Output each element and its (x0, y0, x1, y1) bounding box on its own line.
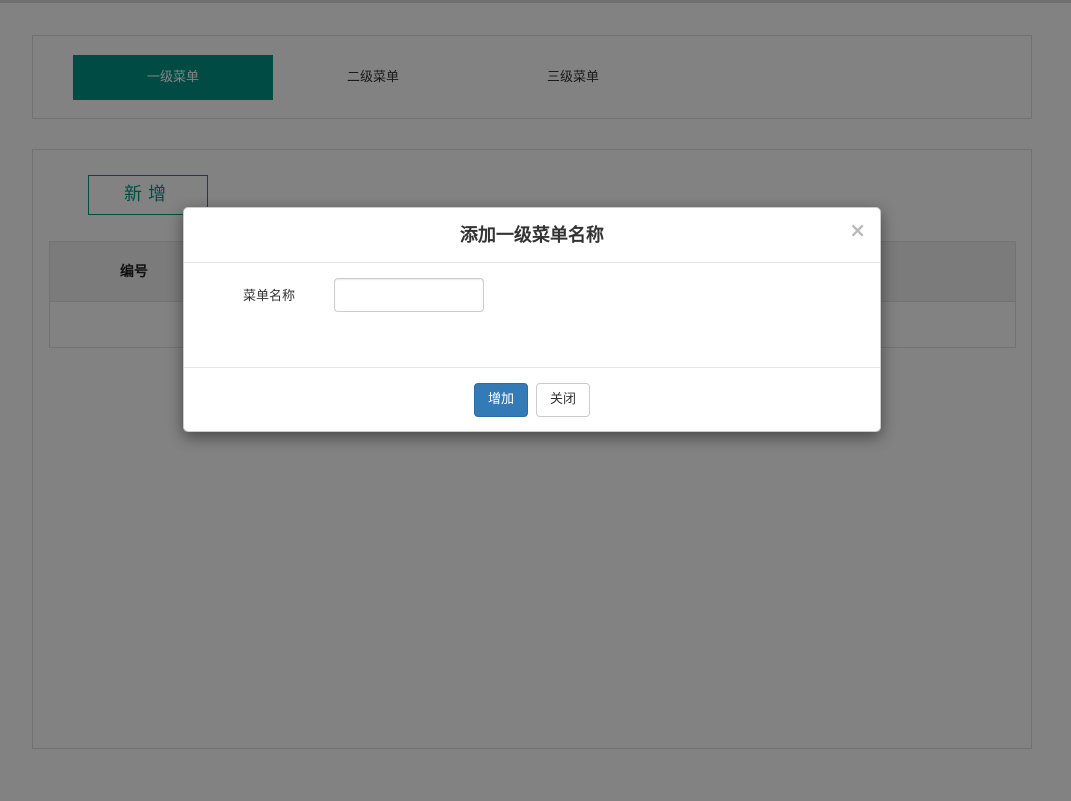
dialog-title: 添加一级菜单名称 (460, 225, 604, 246)
close-icon[interactable]: × (849, 220, 866, 240)
menu-name-label: 菜单名称 (243, 289, 296, 304)
menu-name-input[interactable] (334, 278, 484, 312)
add-menu-dialog: 添加一级菜单名称 × 菜单名称 增加 关闭 (183, 207, 881, 432)
close-button[interactable]: 关闭 (536, 383, 590, 417)
dialog-footer: 增加 关闭 (184, 368, 880, 431)
add-button[interactable]: 增加 (474, 383, 528, 417)
dialog-header: 添加一级菜单名称 × (184, 208, 880, 263)
dialog-body: 菜单名称 (184, 263, 880, 368)
